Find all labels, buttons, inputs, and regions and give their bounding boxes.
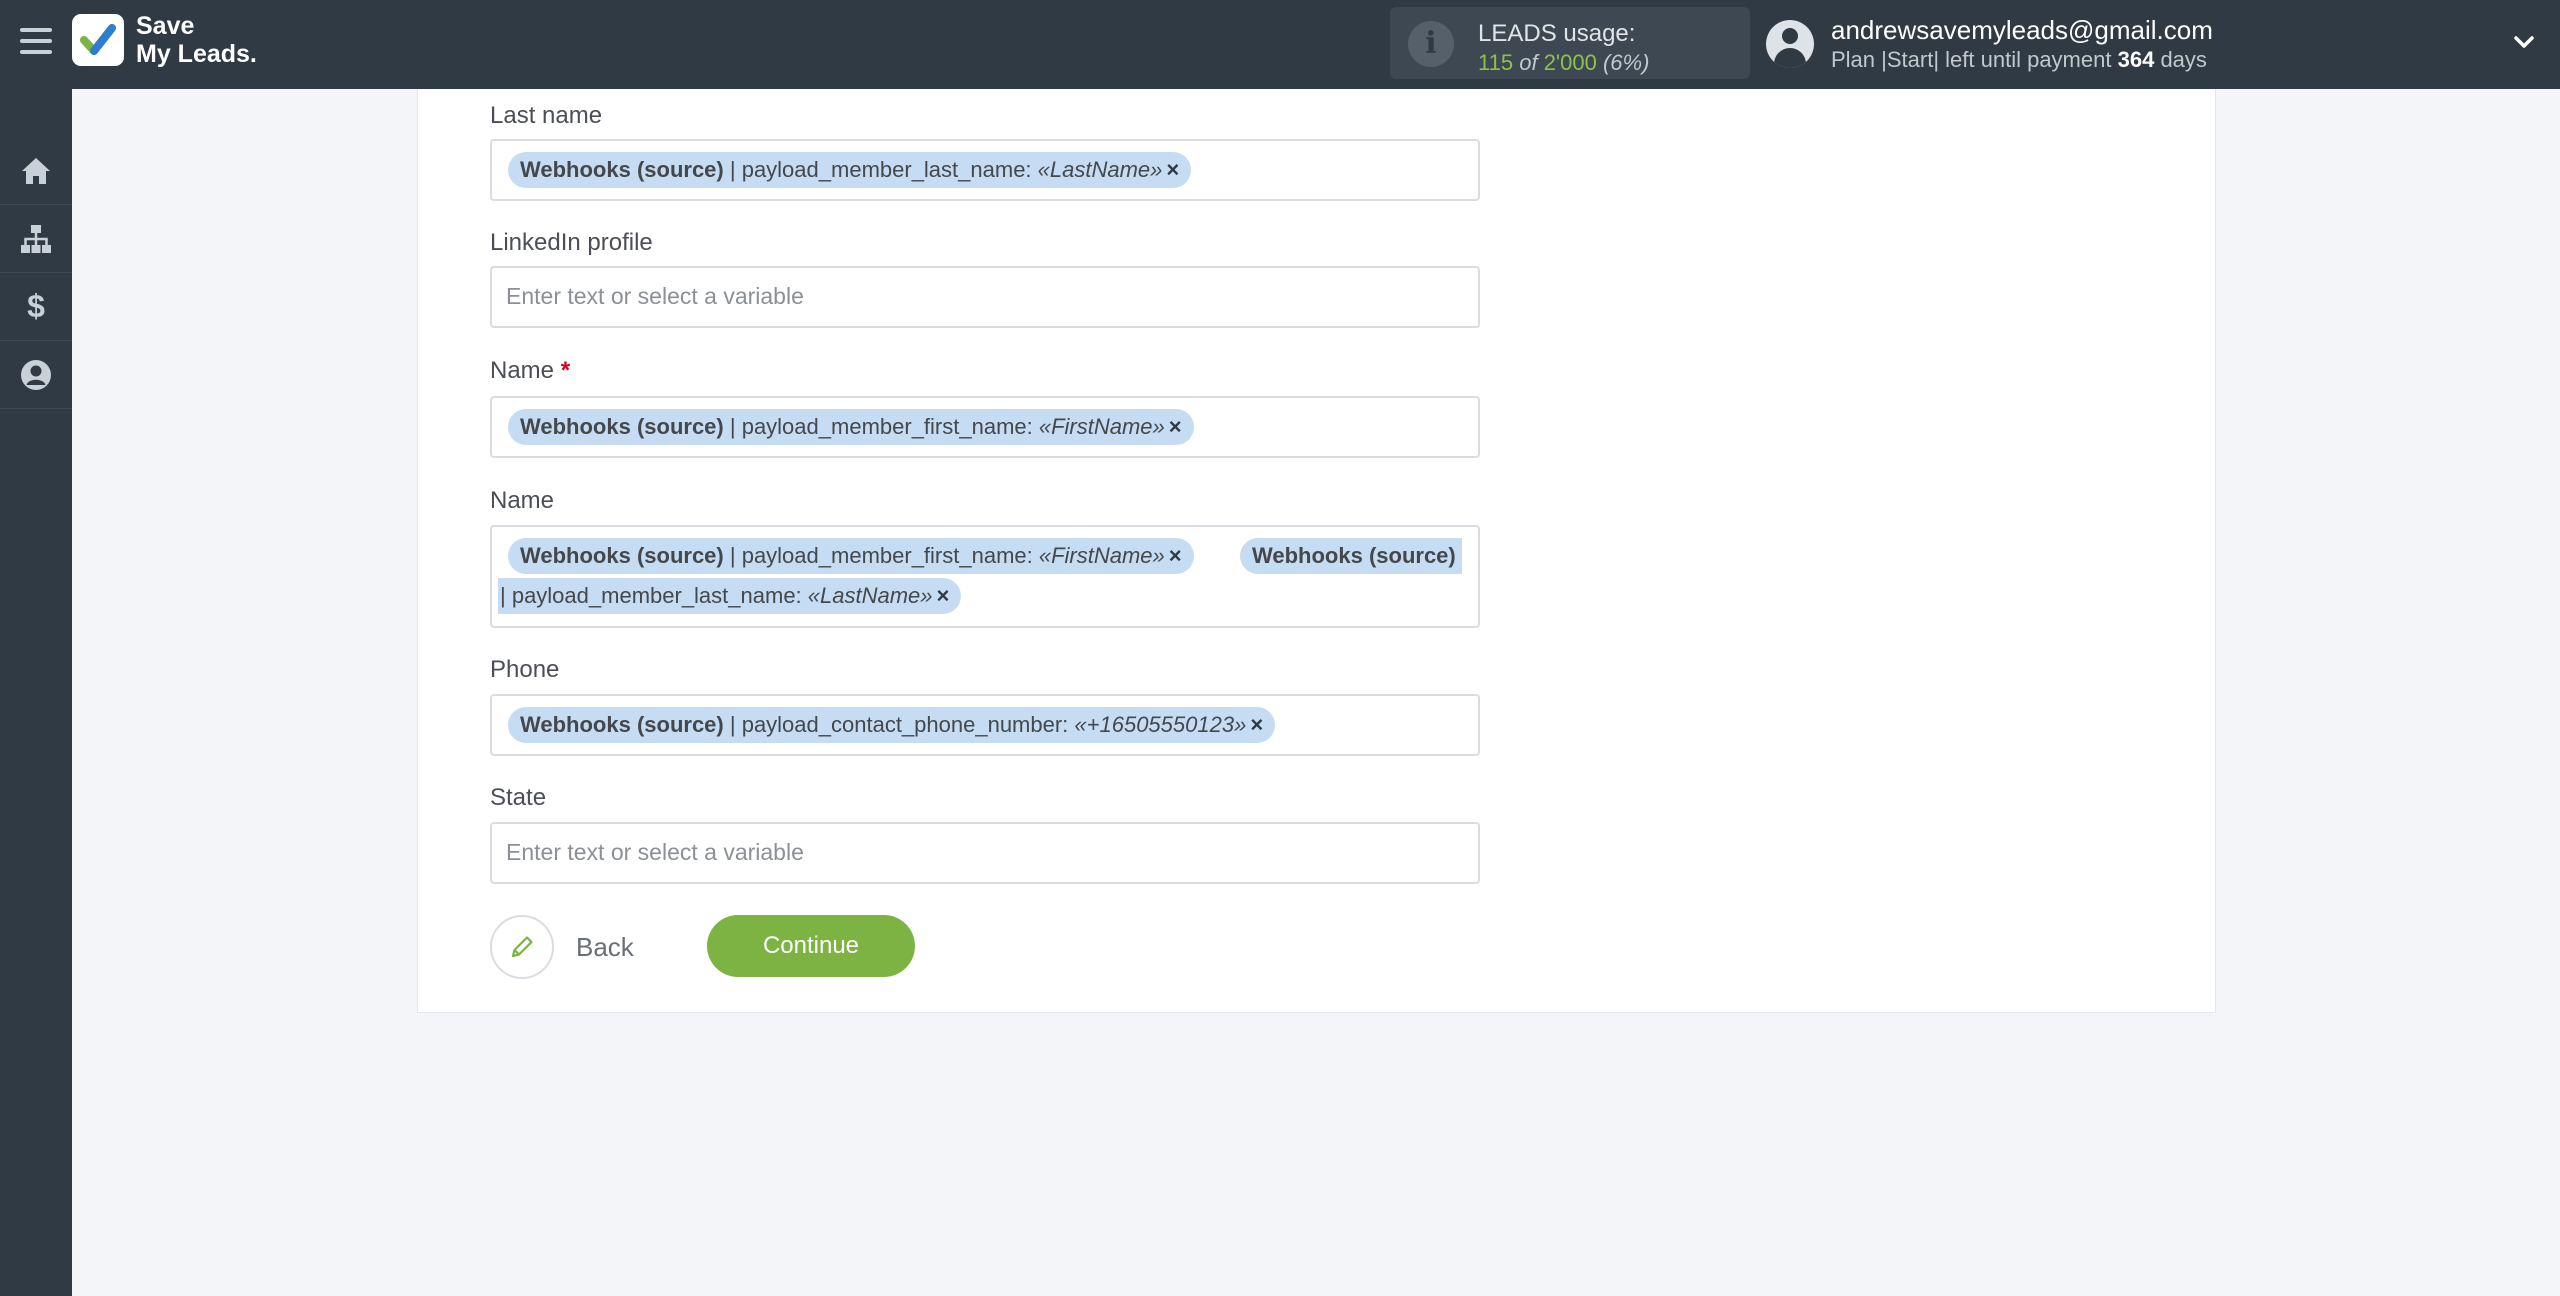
chip-value: «FirstName» [1038, 543, 1165, 568]
remove-chip-icon[interactable]: × [937, 583, 950, 608]
name-required-field[interactable]: Webhooks (source) | payload_member_first… [490, 396, 1480, 458]
user-email[interactable]: andrewsavemyleads@gmail.com [1831, 15, 2213, 46]
leads-usage-panel: i LEADS usage: 115 of 2'000 (6%) [1390, 7, 1750, 79]
label-phone: Phone [490, 656, 560, 683]
chip-source: Webhooks (source) [520, 414, 724, 439]
info-icon: i [1408, 21, 1454, 67]
sidebar-item-home[interactable] [0, 137, 72, 205]
menu-icon[interactable] [20, 28, 52, 58]
variable-chip-continued[interactable]: | payload_member_last_name: «LastName» × [498, 578, 962, 614]
sidebar-item-account[interactable] [0, 341, 72, 409]
state-field[interactable]: Enter text or select a variable [490, 822, 1480, 884]
remove-chip-icon[interactable]: × [1169, 543, 1182, 568]
label-name-required: Name * [490, 357, 570, 385]
chip-separator: | [723, 712, 742, 737]
chip-source: Webhooks (source) [1252, 543, 1456, 568]
phone-field[interactable]: Webhooks (source) | payload_contact_phon… [490, 694, 1480, 756]
usage-count: 115 of 2'000 (6%) [1478, 50, 1649, 76]
chip-field: payload_member_last_name: [741, 157, 1038, 182]
chip-value: «LastName» [807, 583, 933, 608]
state-placeholder: Enter text or select a variable [506, 839, 804, 865]
chip-separator: | [500, 583, 512, 608]
logo-line-2: My Leads. [136, 40, 257, 68]
last-name-field[interactable]: Webhooks (source) | payload_member_last_… [490, 139, 1480, 201]
label-linkedin-profile: LinkedIn profile [490, 229, 653, 256]
variable-chip[interactable]: Webhooks (source) | payload_contact_phon… [508, 707, 1276, 743]
chip-field: payload_contact_phone_number: [741, 712, 1075, 737]
logo-line-1: Save [136, 12, 195, 40]
chip-source: Webhooks (source) [520, 543, 724, 568]
chevron-down-icon[interactable] [2512, 30, 2536, 54]
logo-icon[interactable] [72, 14, 124, 66]
chip-source: Webhooks (source) [520, 712, 724, 737]
usage-total: 2'000 [1543, 50, 1597, 75]
plan-prefix: Plan |Start| left until payment [1831, 47, 2112, 72]
sidebar: $ [0, 89, 72, 1296]
chip-value: «FirstName» [1038, 414, 1165, 439]
variable-chip[interactable]: Webhooks (source) | payload_member_first… [508, 409, 1194, 445]
usage-title: LEADS usage: [1478, 20, 1636, 47]
remove-chip-icon[interactable]: × [1166, 157, 1179, 182]
chip-field: payload_member_last_name: [511, 583, 808, 608]
usage-of: of [1519, 50, 1538, 75]
linkedin-profile-field[interactable]: Enter text or select a variable [490, 266, 1480, 328]
sidebar-item-connections[interactable] [0, 205, 72, 273]
chip-field: payload_member_first_name: [741, 543, 1039, 568]
continue-button[interactable]: Continue [707, 915, 915, 977]
days-left: 364 [2117, 47, 2155, 72]
back-button[interactable]: Back [490, 915, 634, 979]
top-bar: Save My Leads. i LEADS usage: 115 of 2'0… [0, 0, 2560, 89]
logo-text[interactable]: Save My Leads. [136, 12, 257, 68]
label-name-text: Name [490, 357, 555, 384]
days-suffix: days [2160, 47, 2207, 72]
variable-chip[interactable]: Webhooks (source) | payload_member_last_… [508, 152, 1192, 188]
user-circle-icon [21, 359, 51, 390]
sidebar-item-billing[interactable]: $ [0, 273, 72, 341]
chip-separator: | [723, 414, 742, 439]
chip-value: «+16505550123» [1074, 712, 1247, 737]
sitemap-icon [21, 224, 51, 253]
remove-chip-icon[interactable]: × [1250, 712, 1263, 737]
label-name-full: Name [490, 487, 555, 514]
usage-used: 115 [1478, 50, 1514, 75]
variable-chip[interactable]: Webhooks (source) | payload_member_first… [508, 538, 1194, 574]
plan-info: Plan |Start| left until payment 364 days [1831, 47, 2207, 73]
label-last-name: Last name [490, 102, 603, 129]
chip-value: «LastName» [1037, 157, 1163, 182]
dollar-icon: $ [27, 288, 45, 324]
linkedin-placeholder: Enter text or select a variable [506, 283, 804, 309]
remove-chip-icon[interactable]: × [1169, 414, 1182, 439]
required-mark: * [560, 357, 571, 384]
pencil-icon [490, 915, 554, 979]
chip-separator: | [723, 543, 742, 568]
avatar[interactable] [1766, 20, 1814, 68]
back-label: Back [576, 931, 634, 962]
home-icon [22, 157, 50, 184]
chip-separator: | [723, 157, 742, 182]
usage-percent: (6%) [1602, 50, 1650, 75]
variable-chip-wrapped[interactable]: Webhooks (source) [1240, 538, 1462, 574]
label-state: State [490, 784, 547, 811]
chip-field: payload_member_first_name: [741, 414, 1039, 439]
chip-source: Webhooks (source) [520, 157, 724, 182]
name-full-field[interactable]: Webhooks (source) | payload_member_first… [490, 525, 1480, 628]
